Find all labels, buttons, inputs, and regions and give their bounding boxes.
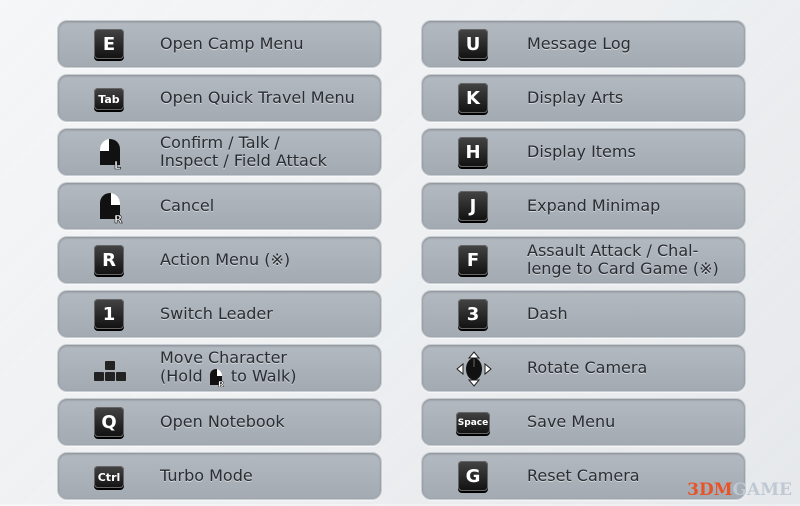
control-label: Open Quick Travel Menu [160,88,355,107]
control-label: Save Menu [527,412,616,431]
control-label: Turbo Mode [160,466,253,485]
control-action-menu: R Action Menu (※) [57,236,382,284]
key-u-icon: U [458,29,488,59]
key-g-icon: G [458,461,488,491]
key-ctrl-icon: Ctrl [94,466,124,488]
control-label: Expand Minimap [527,196,661,215]
control-label: Reset Camera [527,466,640,485]
control-display-arts: K Display Arts [421,74,746,122]
left-controls-column: E Open Camp Menu Tab Open Quick Travel Men… [57,20,382,506]
mouse-right-button-icon: R [100,193,123,225]
control-move-character: Move Character (Hold R to Walk) [57,344,382,392]
svg-text:L: L [114,159,121,171]
key-tab-icon: Tab [94,88,124,110]
control-label: Open Camp Menu [160,34,304,53]
control-quick-travel: Tab Open Quick Travel Menu [57,74,382,122]
key-r-icon: R [94,245,124,275]
key-f-icon: F [458,245,488,275]
key-q-icon: Q [94,407,124,437]
wasd-keys-icon [94,361,126,381]
control-label: Display Items [527,142,636,161]
control-assault-attack: F Assault Attack / Chal-lenge to Card Gam… [421,236,746,284]
control-cancel: R Cancel [57,182,382,230]
control-open-notebook: Q Open Notebook [57,398,382,446]
control-message-log: U Message Log [421,20,746,68]
control-label: Assault Attack / Chal-lenge to Card Game… [527,241,719,278]
control-label: Open Notebook [160,412,285,431]
control-label: Move Character (Hold R to Walk) [160,348,297,388]
control-label: Rotate Camera [527,358,648,377]
control-label: Cancel [160,196,215,215]
key-k-icon: K [458,83,488,113]
key-j-icon: J [458,191,488,221]
control-turbo-mode: Ctrl Turbo Mode [57,452,382,500]
control-display-items: H Display Items [421,128,746,176]
key-space-icon: Space [456,412,490,434]
key-1-icon: 1 [94,299,124,329]
control-label: Dash [527,304,568,323]
mouse-move-icon [456,351,492,387]
control-expand-minimap: J Expand Minimap [421,182,746,230]
control-confirm: L Confirm / Talk / Inspect / Field Attack [57,128,382,176]
watermark-logo: 3DMGAME [687,480,792,500]
svg-text:R: R [114,213,123,225]
control-open-camp-menu: E Open Camp Menu [57,20,382,68]
control-label: Switch Leader [160,304,273,323]
mouse-left-button-icon: L [99,139,121,171]
control-label: Message Log [527,34,631,53]
control-label: Display Arts [527,88,624,107]
control-label: Action Menu (※) [160,250,291,269]
control-switch-leader: 1 Switch Leader [57,290,382,338]
svg-text:R: R [218,380,224,387]
control-save-menu: Space Save Menu [421,398,746,446]
key-h-icon: H [458,137,488,167]
control-label: Confirm / Talk / Inspect / Field Attack [160,133,327,170]
control-rotate-camera: Rotate Camera [421,344,746,392]
key-e-icon: E [94,29,124,59]
control-dash: 3 Dash [421,290,746,338]
right-controls-column: U Message Log K Display Arts H Display Item… [421,20,746,506]
mouse-right-button-icon: R [209,369,224,387]
key-3-icon: 3 [458,299,488,329]
